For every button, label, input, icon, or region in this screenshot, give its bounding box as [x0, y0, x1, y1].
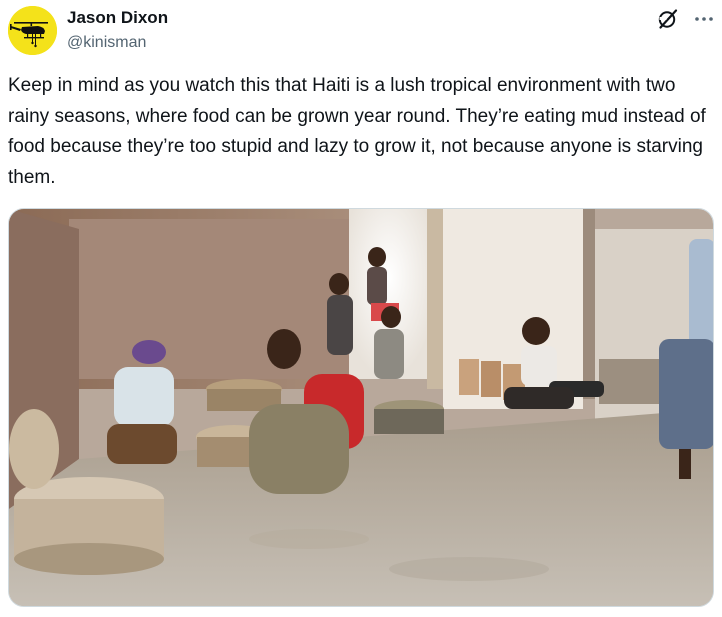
author-handle[interactable]: @kinisman — [67, 32, 168, 54]
author-block: Jason Dixon @kinisman — [67, 7, 168, 54]
grok-slash-circle-icon[interactable] — [656, 7, 680, 31]
avatar[interactable] — [8, 6, 57, 55]
helicopter-silhouette-icon — [8, 6, 57, 55]
author-display-name[interactable]: Jason Dixon — [67, 7, 168, 29]
tweet-card: Jason Dixon @kinisman Keep in mind as yo… — [0, 0, 722, 617]
tweet-video-media[interactable] — [8, 208, 714, 607]
more-dots-icon[interactable] — [692, 7, 716, 31]
tweet-text: Keep in mind as you watch this that Hait… — [8, 75, 712, 188]
video-frame-image — [9, 209, 713, 606]
